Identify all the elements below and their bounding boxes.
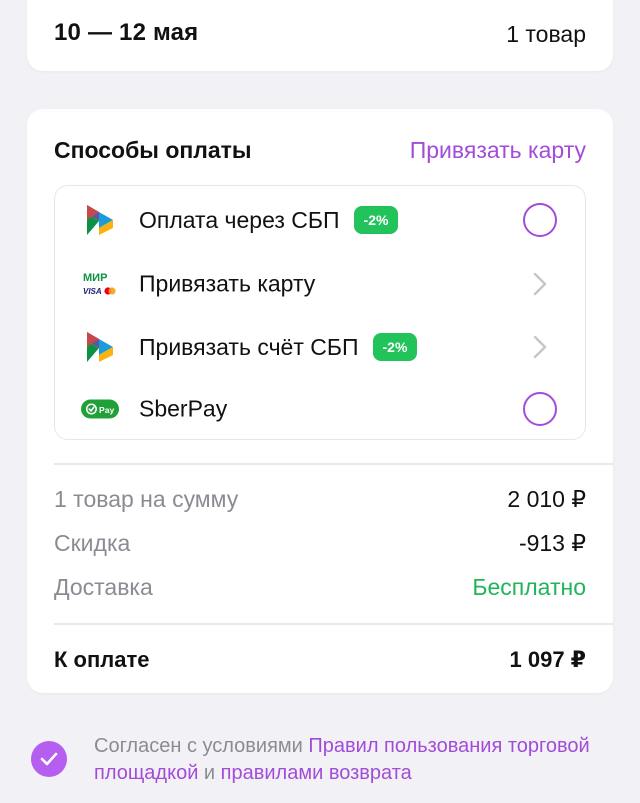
agreement-text: Согласен с условиями Правил пользования … bbox=[94, 733, 614, 787]
payment-method-sberpay[interactable]: Pay SberPay bbox=[55, 378, 585, 440]
summary-discount-value: -913 ₽ bbox=[518, 530, 586, 556]
svg-text:МИР: МИР bbox=[83, 272, 107, 284]
total-value: 1 097 ₽ bbox=[509, 647, 586, 672]
check-icon bbox=[40, 752, 58, 766]
summary-delivery-value: Бесплатно bbox=[472, 574, 586, 600]
payment-methods-list: Оплата через СБП -2% МИР VISA Привязать … bbox=[54, 185, 586, 440]
payment-method-label: Привязать карту bbox=[139, 270, 316, 297]
return-policy-link[interactable]: правилами возврата bbox=[221, 762, 412, 784]
summary-discount-row: Скидка -913 ₽ bbox=[54, 530, 586, 560]
payment-method-sbp[interactable]: Оплата через СБП -2% bbox=[55, 189, 585, 251]
bind-card-link[interactable]: Привязать карту bbox=[410, 137, 586, 164]
sbp-radio-button[interactable] bbox=[523, 203, 557, 237]
svg-text:VISA: VISA bbox=[83, 287, 102, 296]
summary-items-value: 2 010 ₽ bbox=[507, 486, 586, 512]
payment-methods-title: Способы оплаты bbox=[54, 137, 252, 163]
discount-badge: -2% bbox=[372, 333, 418, 361]
divider bbox=[54, 623, 613, 625]
chevron-right-icon bbox=[533, 272, 547, 296]
payment-method-bind-sbp-account[interactable]: Привязать счёт СБП -2% bbox=[55, 316, 585, 378]
summary-delivery-row: Доставка Бесплатно bbox=[54, 574, 586, 604]
agreement-prefix: Согласен с условиями bbox=[94, 735, 309, 757]
sberpay-icon: Pay bbox=[81, 391, 119, 427]
chevron-right-icon bbox=[533, 335, 547, 359]
discount-badge: -2% bbox=[353, 206, 399, 234]
sbp-icon bbox=[81, 202, 119, 238]
summary-delivery-label: Доставка bbox=[54, 574, 153, 600]
delivery-dates: 10 — 12 мая bbox=[54, 19, 199, 46]
delivery-card: 10 — 12 мая 1 товар bbox=[27, 0, 613, 71]
svg-text:Pay: Pay bbox=[99, 405, 114, 415]
total-label: К оплате bbox=[54, 647, 150, 672]
summary-items-label: 1 товар на сумму bbox=[54, 486, 239, 512]
mir-visa-mastercard-icon: МИР VISA bbox=[81, 266, 119, 302]
payment-card: Способы оплаты Привязать карту Оплата че… bbox=[27, 109, 613, 693]
payment-method-label: Привязать счёт СБП bbox=[139, 333, 359, 360]
agreement-middle: и bbox=[198, 762, 221, 784]
sbp-icon bbox=[81, 329, 119, 365]
sberpay-radio-button[interactable] bbox=[523, 392, 557, 426]
payment-method-label: Оплата через СБП bbox=[139, 206, 340, 233]
summary-items-row: 1 товар на сумму 2 010 ₽ bbox=[54, 486, 586, 516]
payment-method-label: SberPay bbox=[139, 395, 228, 422]
payment-method-bind-card[interactable]: МИР VISA Привязать карту bbox=[55, 253, 585, 315]
items-count: 1 товар bbox=[506, 21, 586, 47]
agreement-checkbox[interactable] bbox=[31, 741, 67, 777]
divider bbox=[54, 463, 613, 465]
summary-discount-label: Скидка bbox=[54, 530, 131, 556]
